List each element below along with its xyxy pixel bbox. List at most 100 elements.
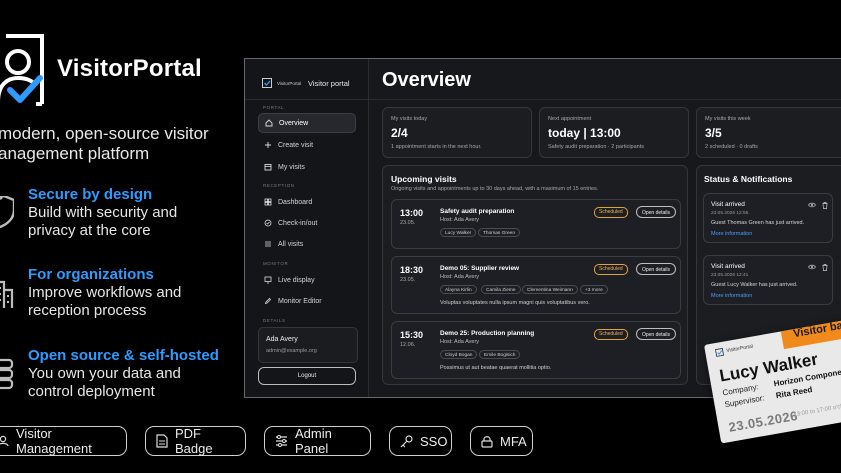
sidebar-brand-label: VisitorPortal: [277, 80, 302, 86]
sidebar-item-monitor-editor[interactable]: Monitor Editor: [258, 291, 356, 311]
visit-host: Host: Ada Avery: [440, 339, 480, 345]
sidebar-item-create-visit[interactable]: Create visit: [258, 135, 356, 155]
visitor-logo-icon: [262, 78, 272, 88]
home-icon: [265, 119, 273, 127]
badge-date: 23.05.2026: [727, 407, 800, 435]
upcoming-visits-panel: Upcoming visits Ongoing visits and appoi…: [382, 165, 688, 385]
sidebar-item-dashboard[interactable]: Dashboard: [258, 192, 356, 212]
tagline: modern, open-source visitor anagement pl…: [0, 124, 228, 164]
sidebar-item-live-display[interactable]: Live display: [258, 270, 356, 290]
participant-tag: Lucy Walker: [440, 228, 477, 237]
sliders-icon: [276, 435, 287, 447]
notification-title: Visit arrived: [711, 263, 745, 270]
sidebar-brand[interactable]: VisitorPortal: [262, 78, 301, 88]
visit-time: 13:00: [400, 208, 424, 218]
user-card: Ada Avery admin@example.org: [258, 327, 358, 363]
sidebar-item-label: All visits: [278, 240, 304, 248]
status-badge: Scheduled: [594, 329, 628, 340]
badge-logo: VisitorPortal: [714, 343, 754, 358]
status-badge: Scheduled: [594, 264, 628, 275]
feature-desc: Build with security and privacy at the c…: [28, 204, 178, 239]
stat-card-next: Next appointment today | 13:00 Safety au…: [539, 107, 689, 158]
section-reception: RECEPTION: [263, 183, 295, 188]
notification-date: 23.05.2026 12:41: [711, 273, 749, 278]
visit-title: Demo 05: Supplier review: [440, 265, 520, 272]
section-details: DETAILS: [263, 318, 286, 323]
tagline-text: modern, open-source visitor anagement pl…: [0, 124, 209, 163]
notification-title: Visit arrived: [711, 201, 745, 208]
visit-card[interactable]: 13:00 23.05. Safety audit preparation Ho…: [391, 199, 681, 249]
visit-title: Demo 25: Production planning: [440, 330, 535, 337]
feature-desc: You own your data and control deployment: [28, 365, 181, 400]
visit-card[interactable]: 18:30 23.05. Demo 05: Supplier review Ho…: [391, 256, 681, 314]
chip-label: PDF Badge: [175, 426, 213, 456]
building-icon: [0, 280, 14, 308]
section-monitor: MONITOR: [263, 261, 289, 266]
visitor-logo-icon: [714, 347, 725, 358]
trash-icon[interactable]: [822, 264, 828, 271]
lock-icon: [481, 435, 493, 448]
sidebar-item-label: Check-in/out: [278, 219, 318, 227]
feature-open-source: Open source & self-hosted You own your d…: [28, 346, 228, 401]
sidebar-item-my-visits[interactable]: My visits: [258, 157, 356, 177]
visitor-logo-icon: [0, 34, 44, 106]
section-portal: PORTAL: [263, 105, 285, 110]
participant-tag: Camila Zieme: [481, 285, 521, 294]
more-information-link[interactable]: More information: [711, 231, 752, 237]
dashboard-icon: [264, 198, 272, 206]
status-badge: Scheduled: [594, 207, 628, 218]
more-participants-tag[interactable]: +3 more: [580, 285, 608, 294]
logout-button[interactable]: Logout: [258, 367, 356, 385]
sidebar-item-check-in-out[interactable]: Check-in/out: [258, 213, 356, 233]
badge-time: 13:00 to 17:00 o'clock: [793, 402, 841, 419]
chip-label: MFA: [500, 433, 527, 449]
monitor-icon: [264, 276, 272, 284]
sidebar: VisitorPortal Visitor portal PORTAL Over…: [245, 59, 369, 397]
key-icon: [400, 434, 413, 447]
visit-card[interactable]: 15:30 12.06. Demo 25: Production plannin…: [391, 321, 681, 379]
list-icon: [265, 241, 271, 247]
feature-secure: Secure by design Build with security and…: [28, 185, 228, 240]
visit-host: Host: Ada Avery: [440, 274, 480, 280]
eye-icon[interactable]: [808, 202, 816, 208]
visit-host: Host: Ada Avery: [440, 217, 480, 223]
open-details-button[interactable]: Open details: [636, 263, 676, 275]
stat-label: Next appointment: [548, 116, 592, 122]
more-information-link[interactable]: More information: [711, 293, 752, 299]
plus-icon: [265, 142, 271, 148]
check-icon: [264, 219, 272, 227]
badge-logo-label: VisitorPortal: [725, 343, 754, 355]
chip-pdf-badge: PDF Badge: [145, 426, 246, 456]
visit-note: Voluptas voluptates nulla ipsum magni qu…: [440, 300, 590, 306]
chip-admin-panel: Admin Panel: [264, 426, 371, 456]
stat-sub: 2 scheduled · 0 drafts: [705, 144, 758, 150]
eye-icon[interactable]: [808, 264, 816, 270]
notification-card: Visit arrived 23.05.2026 12:41 Guest Luc…: [703, 255, 833, 305]
sidebar-item-overview[interactable]: Overview: [258, 113, 356, 133]
visit-note: Possimus ut aut beatae quaerat mollitia …: [440, 365, 552, 371]
participant-tag: Cloyd Bogan: [440, 350, 478, 359]
notification-text: Guest Thomas Green has just arrived.: [711, 220, 805, 226]
stat-label: My visits this week: [705, 116, 751, 122]
server-icon: [0, 358, 14, 390]
user-icon: [0, 435, 9, 447]
pencil-icon: [264, 297, 272, 305]
notification-date: 23.05.2026 12:55: [711, 211, 749, 216]
brand-name: VisitorPortal: [57, 55, 202, 82]
sidebar-item-label: Dashboard: [278, 198, 313, 206]
sidebar-title: Visitor portal: [308, 79, 350, 88]
feature-title: Open source & self-hosted: [28, 347, 219, 364]
visit-time: 18:30: [400, 265, 424, 275]
stat-value: 3/5: [705, 126, 722, 140]
open-details-button[interactable]: Open details: [636, 328, 676, 340]
participant-tag: Clementina Weimann: [522, 285, 578, 294]
panel-title: Status & Notifications: [704, 174, 793, 184]
sidebar-item-label: Overview: [279, 119, 309, 127]
open-details-button[interactable]: Open details: [636, 206, 676, 218]
visit-date: 12.06.: [400, 342, 416, 348]
sidebar-item-all-visits[interactable]: All visits: [258, 234, 356, 254]
visit-date: 23.05.: [400, 277, 416, 283]
panel-title: Upcoming visits: [391, 174, 457, 184]
trash-icon[interactable]: [822, 202, 828, 209]
participant-tag: Thomas Green: [478, 228, 520, 237]
